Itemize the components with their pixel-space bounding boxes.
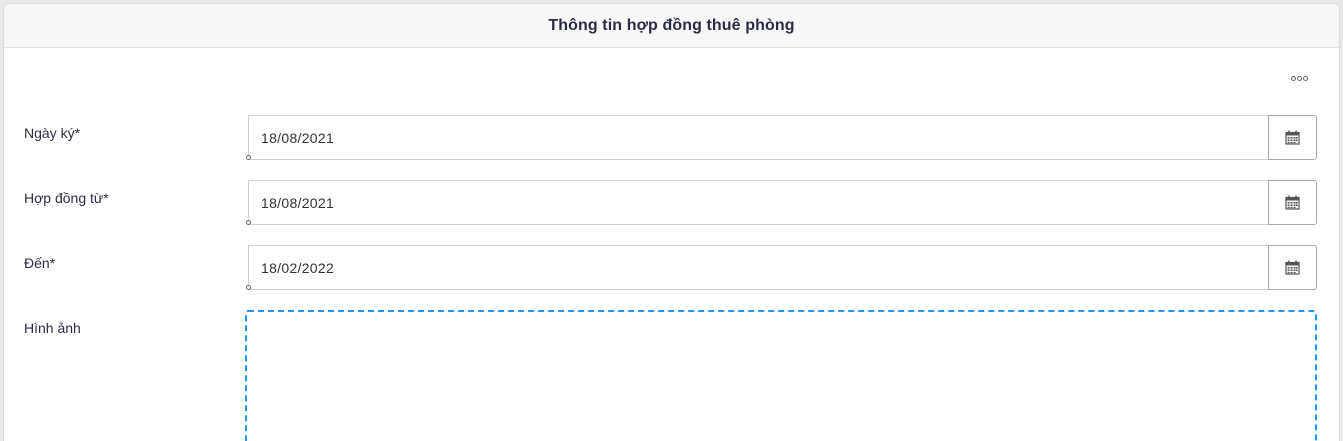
contract-from-label: Hợp đồng từ* bbox=[24, 190, 109, 206]
more-dot bbox=[1302, 75, 1308, 81]
contract-to-group bbox=[246, 245, 1317, 290]
sign-date-wrapper bbox=[246, 115, 1268, 160]
resize-handle bbox=[246, 155, 251, 160]
calendar-icon bbox=[1285, 130, 1300, 145]
sign-date-label: Ngày ký* bbox=[24, 125, 81, 141]
contract-from-input[interactable] bbox=[248, 180, 1268, 225]
page-title: Thông tin hợp đồng thuê phòng bbox=[548, 16, 795, 34]
contract-from-wrapper bbox=[246, 180, 1268, 225]
contract-from-group bbox=[246, 180, 1317, 225]
resize-handle bbox=[246, 285, 251, 290]
images-label: Hình ảnh bbox=[24, 320, 81, 336]
sign-date-input[interactable] bbox=[248, 115, 1268, 160]
panel-header: Thông tin hợp đồng thuê phòng bbox=[4, 4, 1339, 48]
contract-to-wrapper bbox=[246, 245, 1268, 290]
more-dot bbox=[1296, 75, 1302, 81]
more-options-button[interactable] bbox=[1288, 70, 1310, 86]
contract-from-calendar-button[interactable] bbox=[1268, 180, 1317, 225]
contract-to-calendar-button[interactable] bbox=[1268, 245, 1317, 290]
more-horizontal-icon bbox=[1290, 75, 1296, 81]
sign-date-group bbox=[246, 115, 1317, 160]
calendar-icon bbox=[1285, 260, 1300, 275]
image-upload-dropzone[interactable] bbox=[245, 310, 1317, 441]
sign-date-calendar-button[interactable] bbox=[1268, 115, 1317, 160]
contract-to-input[interactable] bbox=[248, 245, 1268, 290]
contract-to-label: Đến* bbox=[24, 255, 56, 271]
resize-handle bbox=[246, 220, 251, 225]
contract-panel: Thông tin hợp đồng thuê phòng Ngày ký* 1… bbox=[3, 3, 1340, 441]
calendar-icon bbox=[1285, 195, 1300, 210]
